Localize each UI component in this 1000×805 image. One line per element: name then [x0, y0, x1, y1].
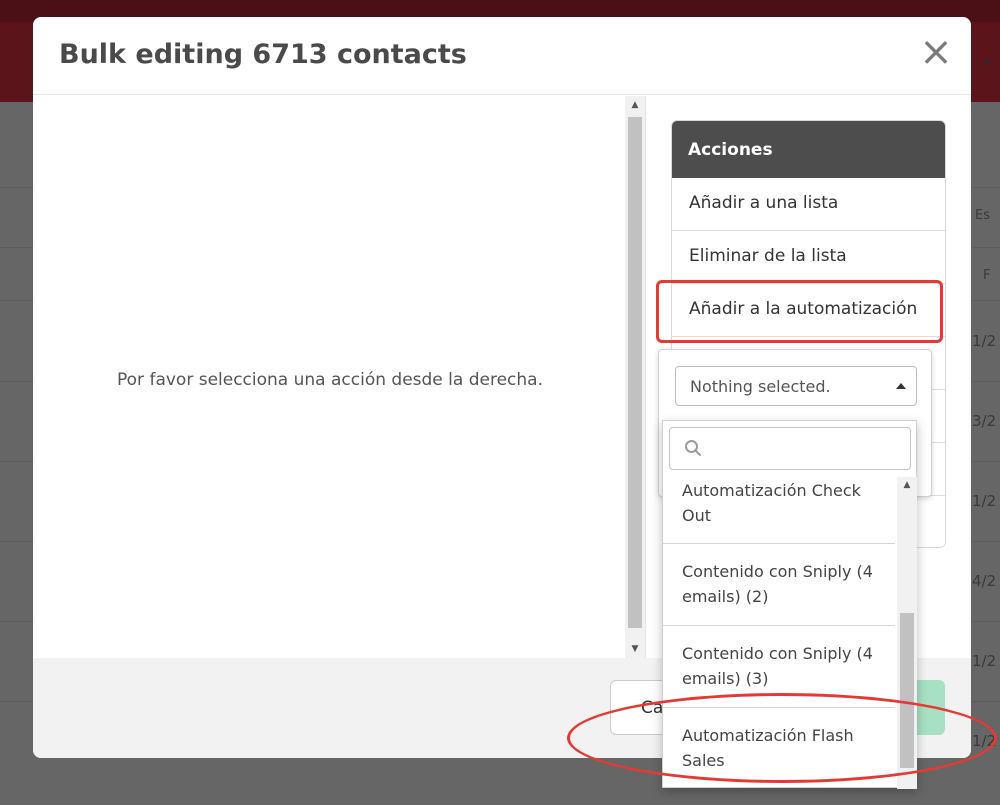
bg-table-cell: 1/2 — [972, 332, 997, 350]
scroll-up-arrow-icon[interactable]: ▲ — [625, 96, 645, 114]
bg-table-cell: 1/2 — [972, 652, 997, 670]
dropdown-option[interactable]: Contenido con Sniply (4 emails) (2) — [663, 544, 895, 626]
scroll-up-arrow-icon[interactable]: ▲ — [897, 477, 917, 493]
modal-title: Bulk editing 6713 contacts — [59, 39, 467, 70]
empty-state-message: Por favor selecciona una acción desde la… — [117, 370, 543, 390]
automation-select[interactable]: Nothing selected. — [675, 366, 917, 406]
select-value: Nothing selected. — [690, 377, 831, 396]
bg-column-header: F — [983, 268, 991, 283]
action-details-pane: Por favor selecciona una acción desde la… — [33, 96, 645, 658]
topbar-menu-icon — [985, 60, 990, 65]
action-remove-from-list[interactable]: Eliminar de la lista — [672, 231, 945, 284]
highlight-annotation — [656, 280, 943, 343]
bg-table-cell: 1/2 — [972, 492, 997, 510]
bg-table-cell: 4/2 — [972, 572, 997, 590]
action-add-to-list[interactable]: Añadir a una lista — [672, 178, 945, 231]
search-icon — [685, 440, 701, 456]
scroll-down-arrow-icon[interactable]: ▼ — [625, 640, 645, 658]
pane-divider — [645, 96, 646, 658]
highlight-ellipse-annotation — [567, 693, 997, 783]
actions-header: Acciones — [672, 121, 945, 178]
bg-table-cell: 3/2 — [972, 412, 997, 430]
scrollbar-thumb[interactable] — [628, 117, 642, 628]
caret-up-icon — [896, 383, 906, 389]
close-icon[interactable]: × — [919, 32, 953, 73]
dropdown-option[interactable]: Automatización Check Out — [663, 477, 895, 544]
left-pane-scrollbar[interactable]: ▲ ▼ — [625, 96, 645, 658]
search-input[interactable] — [710, 434, 900, 464]
modal-header: Bulk editing 6713 contacts × — [33, 17, 971, 95]
bg-column-header: Es — [975, 208, 990, 223]
dropdown-search[interactable] — [669, 427, 911, 470]
